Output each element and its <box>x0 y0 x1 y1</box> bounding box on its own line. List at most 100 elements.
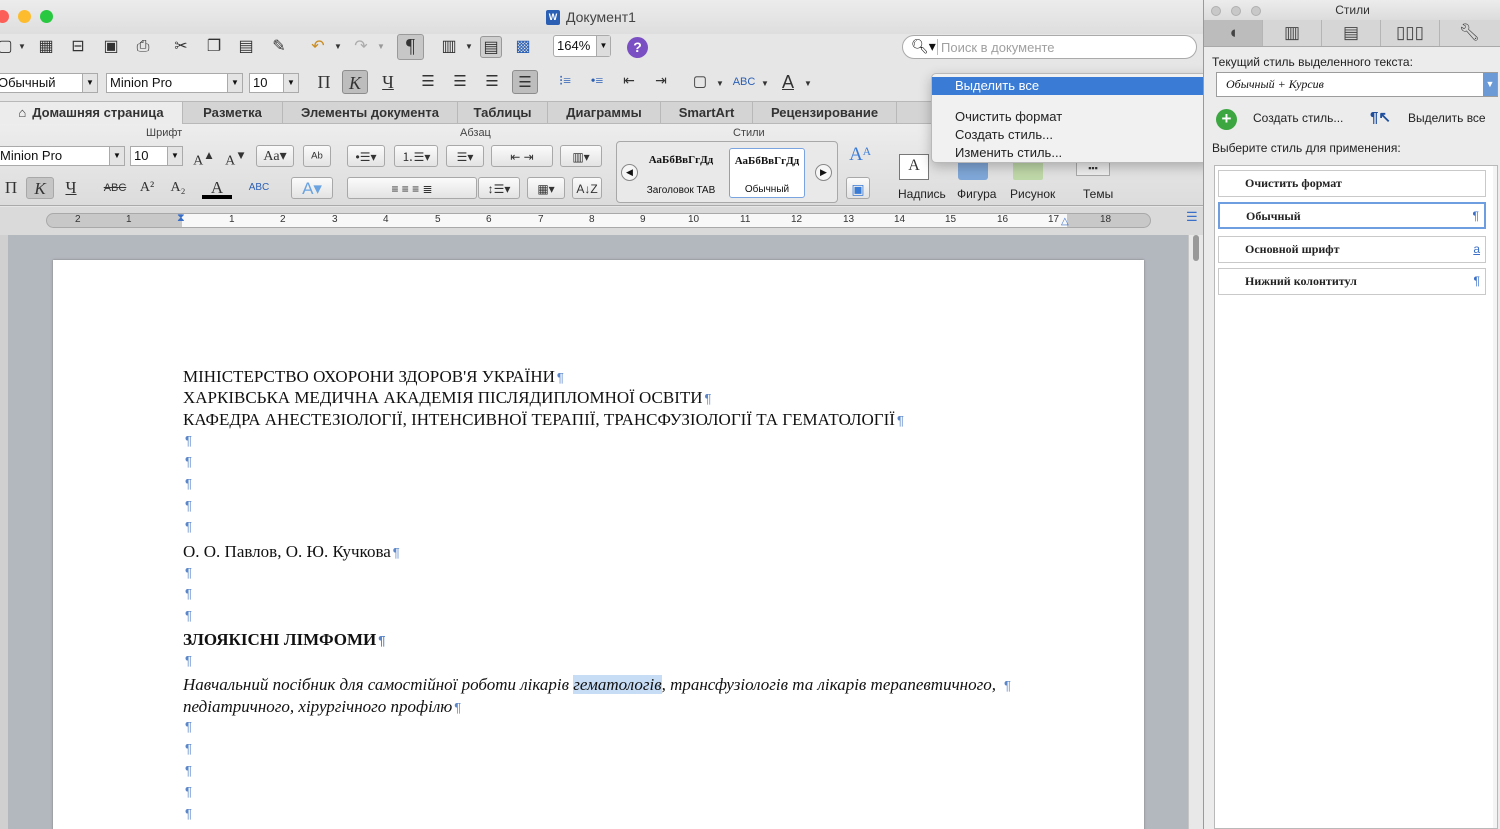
doc-line[interactable]: МІНІСТЕРСТВО ОХОРОНИ ЗДОРОВ'Я УКРАЇНИ ¶ <box>183 366 564 388</box>
ribbon-alignment-icons[interactable]: ≡ ≡ ≡ ≣ <box>347 177 477 199</box>
increase-indent-icon[interactable]: ⇥ <box>648 70 674 94</box>
font-select[interactable]: Minion Pro ▼ <box>106 73 243 93</box>
multilevel-list-icon[interactable]: ☰▾ <box>446 145 484 167</box>
menu-item-create-style[interactable]: Создать стиль... <box>932 126 1203 144</box>
borders-dropdown-icon[interactable]: ▼ <box>716 79 724 88</box>
palette-minimize-button[interactable] <box>1231 6 1241 16</box>
help-icon[interactable]: ? <box>627 37 648 58</box>
sidebar-icon[interactable]: ▥ <box>438 36 460 58</box>
save-icon[interactable]: ▣ <box>100 36 122 58</box>
empty-paragraph[interactable]: ¶ <box>183 802 192 824</box>
tools-tab-icon[interactable]: 🔧︎ <box>1440 20 1499 46</box>
select-all-icon[interactable]: ¶↖ <box>1370 108 1392 130</box>
formatting-tab-icon[interactable]: ▥ <box>1263 20 1322 46</box>
empty-paragraph[interactable]: ¶ <box>183 604 192 626</box>
columns-icon[interactable]: ▥▾ <box>560 145 602 167</box>
paste-icon[interactable]: ▤ <box>235 36 257 58</box>
select-all-button[interactable]: Выделить все <box>1408 111 1486 125</box>
line-spacing-icon[interactable]: ↕☰▾ <box>478 177 520 199</box>
create-style-button[interactable]: Создать стиль... <box>1253 111 1343 125</box>
style-tile-normal[interactable]: АаБбВвГгДд Обычный <box>729 148 805 198</box>
justify-icon[interactable]: ☰ <box>512 70 538 94</box>
doc-subtitle[interactable]: педіатричного, хірургічного профілю ¶ <box>183 696 461 718</box>
empty-paragraph[interactable]: ¶ <box>183 737 192 759</box>
style-item-normal[interactable]: Обычный ¶ <box>1218 202 1486 229</box>
shading-icon[interactable]: ▦▾ <box>527 177 565 199</box>
redo-icon[interactable]: ↷ <box>350 36 372 58</box>
media-browser-icon[interactable]: ▩ <box>512 36 534 58</box>
tab-home[interactable]: ⌂ Домашняя страница <box>0 102 183 124</box>
style-select[interactable]: Обычный ▼ <box>0 73 98 93</box>
undo-icon[interactable]: ↶ <box>307 36 329 58</box>
empty-paragraph[interactable]: ¶ <box>183 450 192 472</box>
highlight-icon[interactable]: ABC <box>731 70 757 94</box>
doc-line[interactable]: ХАРКІВСЬКА МЕДИЧНА АКАДЕМІЯ ПІСЛЯДИПЛОМН… <box>183 387 712 409</box>
style-list-scrollbar[interactable] <box>1493 166 1497 828</box>
empty-paragraph[interactable]: ¶ <box>183 715 192 737</box>
new-document-icon[interactable]: ▢ <box>0 36 16 58</box>
empty-paragraph[interactable]: ¶ <box>183 429 192 451</box>
gallery-icon[interactable]: ▦ <box>35 36 57 58</box>
ribbon-size-select[interactable]: 10 ▼ <box>130 146 183 166</box>
gallery-prev-icon[interactable]: ◀ <box>621 164 638 181</box>
sort-icon[interactable]: A↓Z <box>572 177 602 199</box>
tab-document-elements[interactable]: Элементы документа <box>283 102 458 124</box>
borders-icon[interactable]: ▢ <box>687 70 713 94</box>
font-dropdown-icon[interactable]: ▼ <box>227 74 242 92</box>
ribbon-bullets-icon[interactable]: •☰▾ <box>347 145 385 167</box>
highlight-dropdown-icon[interactable]: ▼ <box>761 79 769 88</box>
change-case-icon[interactable]: Aa▾ <box>256 145 294 167</box>
superscript-icon[interactable]: A² <box>135 177 159 199</box>
empty-paragraph[interactable]: ¶ <box>183 582 192 604</box>
shrink-font-icon[interactable]: A▼ <box>224 145 248 169</box>
font-color-icon[interactable]: A <box>775 70 801 94</box>
view-layout-icon[interactable]: ▤ <box>480 36 502 58</box>
empty-paragraph[interactable]: ¶ <box>183 561 192 583</box>
ribbon-size-dropdown-icon[interactable]: ▼ <box>167 147 182 165</box>
text-effects-icon[interactable]: A▾ <box>291 177 333 199</box>
ribbon-font-select[interactable]: Minion Pro ▼ <box>0 146 125 166</box>
undo-dropdown-icon[interactable]: ▼ <box>334 42 342 51</box>
style-item-default-font[interactable]: Основной шрифт a <box>1218 236 1486 263</box>
ruler-toggle-icon[interactable]: ☰ <box>1186 209 1198 225</box>
align-center-icon[interactable]: ☰ <box>447 70 473 94</box>
size-dropdown-icon[interactable]: ▼ <box>283 74 298 92</box>
style-tile-heading-tab[interactable]: АаБбВвГгДд Заголовок TAB <box>643 148 719 198</box>
textbox-icon[interactable]: A <box>899 154 929 180</box>
show-pilcrow-toggle[interactable]: ¶ <box>397 34 424 60</box>
print-icon[interactable]: ⎙ <box>132 36 154 58</box>
strikethrough-icon[interactable]: ABC <box>102 177 128 199</box>
indent-marker-icon[interactable]: ⧗ <box>177 212 185 225</box>
search-box[interactable]: 🔍︎▾ <box>902 35 1197 59</box>
tab-charts[interactable]: Диаграммы <box>548 102 661 124</box>
font-color-dropdown-icon[interactable]: ▼ <box>804 79 812 88</box>
styles-pane-icon[interactable]: ▣ <box>846 177 870 199</box>
indent-buttons-icon[interactable]: ⇤ ⇥ <box>491 145 553 167</box>
right-indent-marker-icon[interactable]: △ <box>1061 216 1069 227</box>
document-page[interactable]: МІНІСТЕРСТВО ОХОРОНИ ЗДОРОВ'Я УКРАЇНИ ¶ Х… <box>53 260 1144 829</box>
close-window-button[interactable] <box>0 10 9 23</box>
empty-paragraph[interactable]: ¶ <box>183 759 192 781</box>
grow-font-icon[interactable]: A▲ <box>192 145 216 169</box>
bold-button[interactable]: П <box>311 70 337 94</box>
current-style-dropdown-icon[interactable]: ▼ <box>1483 73 1497 96</box>
numbered-list-icon[interactable]: ⁝≡ <box>552 70 578 94</box>
italic-button[interactable]: К <box>342 70 368 94</box>
vertical-scrollbar[interactable] <box>1188 235 1203 829</box>
add-style-icon[interactable]: + <box>1216 109 1237 130</box>
library-tab-icon[interactable]: ▯▯▯ <box>1381 20 1440 46</box>
doc-heading[interactable]: ЗЛОЯКІСНІ ЛІМФОМИ ¶ <box>183 629 386 651</box>
horizontal-ruler[interactable]: 2 1 1 2 3 4 5 6 7 8 9 10 11 12 13 14 15 … <box>0 207 1203 235</box>
redo-dropdown-icon[interactable]: ▼ <box>377 42 385 51</box>
ribbon-numbering-icon[interactable]: ⒈☰▾ <box>394 145 438 167</box>
current-style-select[interactable]: Обычный + Курсив ▼ <box>1216 72 1498 97</box>
clear-formatting-icon[interactable]: ᴬᵇ <box>303 145 331 167</box>
tab-layout[interactable]: Разметка <box>183 102 283 124</box>
vertical-ruler[interactable] <box>0 235 8 829</box>
ribbon-italic-icon[interactable]: К <box>26 177 54 199</box>
sidebar-dropdown-icon[interactable]: ▼ <box>465 42 473 51</box>
ribbon-highlight-icon[interactable]: ABC <box>244 177 274 199</box>
tab-smartart[interactable]: SmartArt <box>661 102 753 124</box>
doc-line[interactable]: О. О. Павлов, О. Ю. Кучкова ¶ <box>183 541 400 563</box>
empty-paragraph[interactable]: ¶ <box>183 780 192 802</box>
